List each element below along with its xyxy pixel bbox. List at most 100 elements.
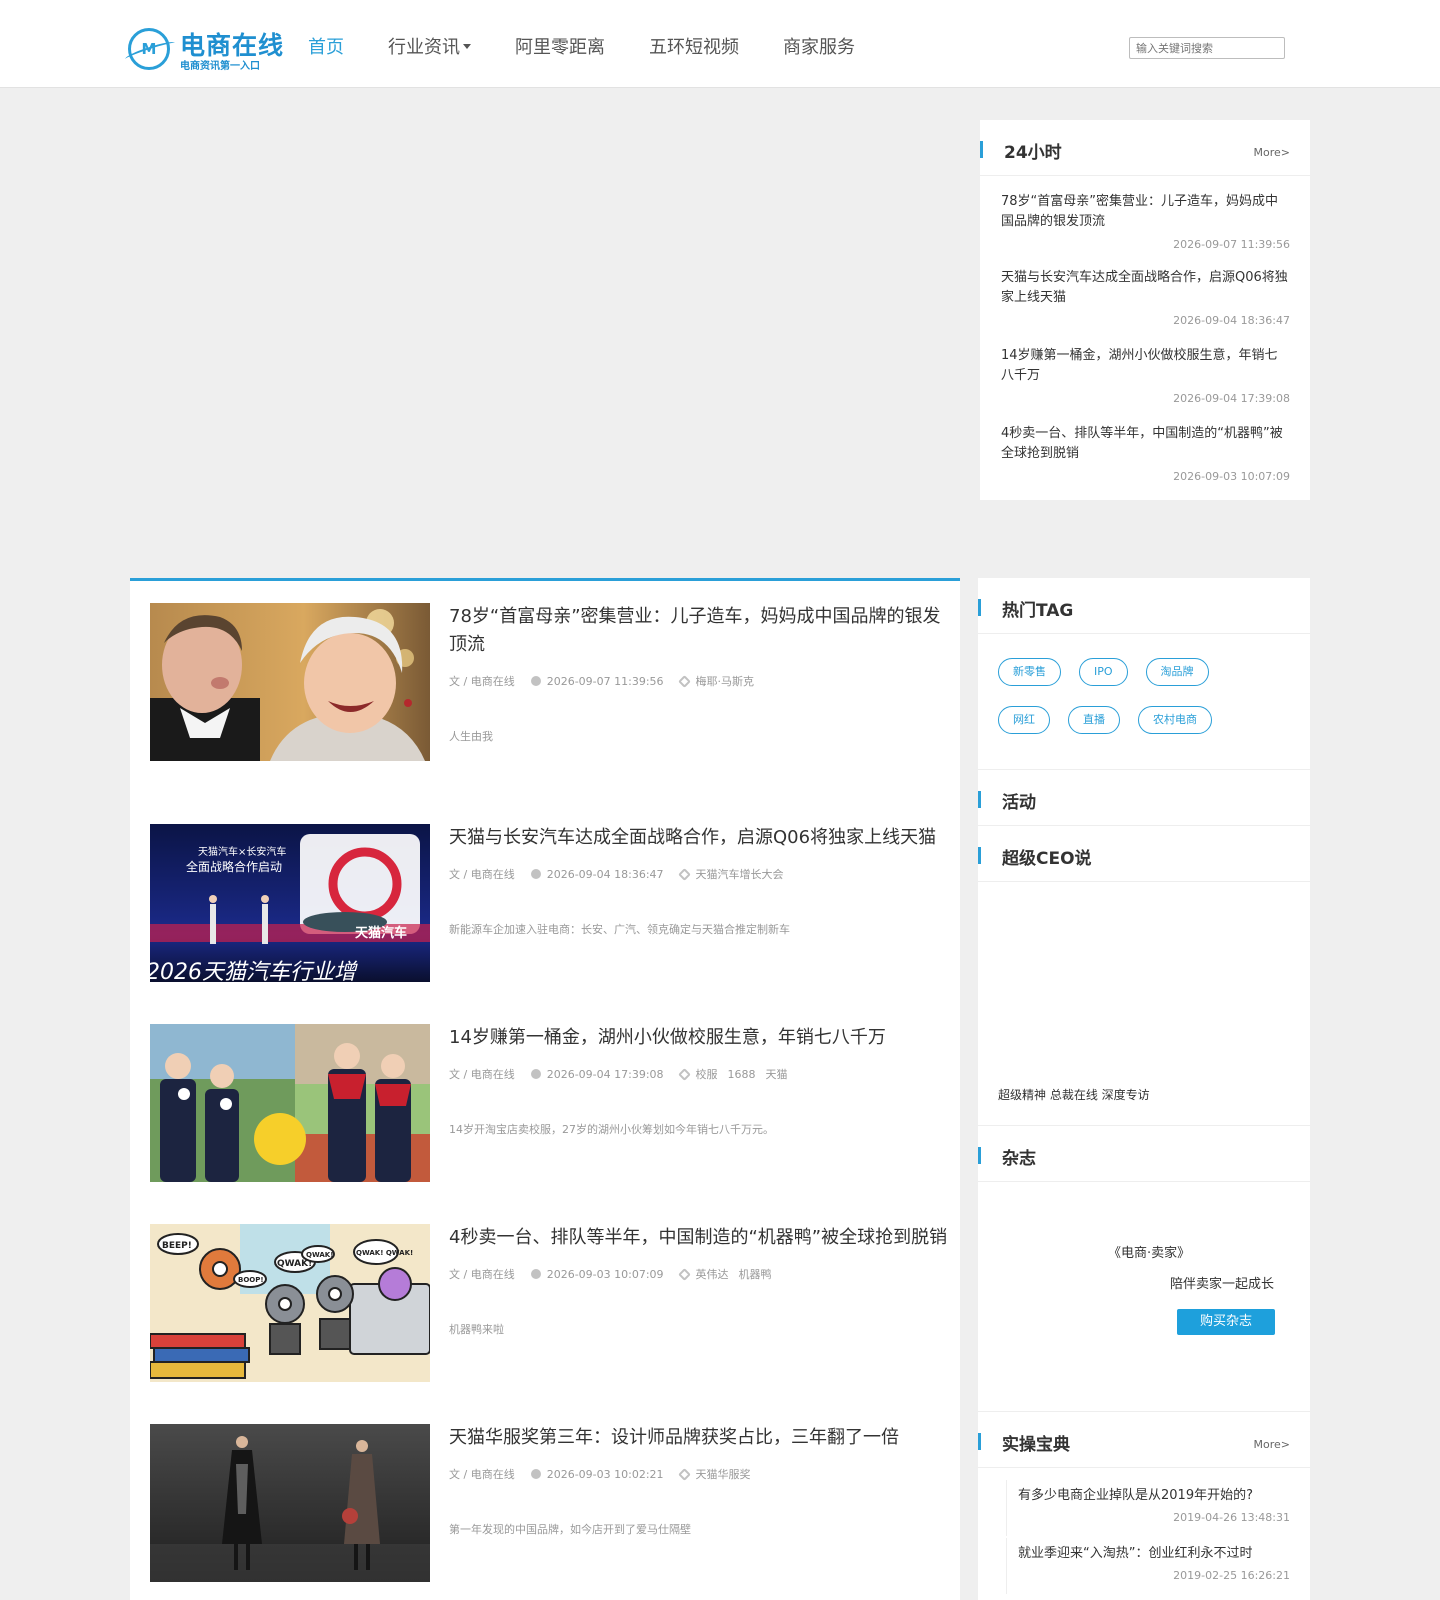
section-header: 超级CEO说 xyxy=(978,826,1310,882)
tag-chip[interactable]: 淘品牌 xyxy=(1145,658,1209,686)
banner-text: 2026天猫汽车行业增 xyxy=(150,960,358,982)
article-summary: 第一年发现的中国品牌，如今店开到了爱马仕隔壁 xyxy=(449,1523,691,1536)
nav-item-ali[interactable]: 阿里零距离 xyxy=(515,0,605,88)
article-title[interactable]: 天猫华服奖第三年：设计师品牌获奖占比，三年翻了一倍 xyxy=(449,1424,949,1452)
article-time: 2026-09-03 10:07:09 xyxy=(546,1268,664,1281)
article-thumbnail[interactable] xyxy=(150,603,430,761)
article-tag[interactable]: 天猫华服奖 xyxy=(696,1468,751,1481)
tag-chip[interactable]: 农村电商 xyxy=(1138,706,1212,734)
site-header: M 电商在线 电商资讯第一入口 首页 行业资讯 阿里零距离 五环短视频 商家服务 xyxy=(0,0,1440,88)
article-item[interactable]: 78岁“首富母亲”密集营业：儿子造车，妈妈成中国品牌的银发顶流 文 / 电商在线… xyxy=(150,603,950,763)
article-title[interactable]: 4秒卖一台、排队等半年，中国制造的“机器鸭”被全球抢到脱销 xyxy=(449,1224,949,1252)
list-item[interactable]: 有多少电商企业掉队是从2019年开始的? 2019-04-26 13:48:31 xyxy=(978,1468,1310,1536)
article-thumbnail[interactable] xyxy=(150,1424,430,1582)
tag-chip[interactable]: IPO xyxy=(1079,658,1128,686)
nav-label: 商家服务 xyxy=(783,37,855,58)
article-meta: 文 / 电商在线 2026-09-04 17:39:08 校服 1688 天猫 xyxy=(449,1066,798,1082)
article-item[interactable]: 天猫华服奖第三年：设计师品牌获奖占比，三年翻了一倍 文 / 电商在线 2026-0… xyxy=(150,1424,950,1584)
section-title: 活动 xyxy=(1002,793,1036,813)
article-meta: 文 / 电商在线 2026-09-03 10:02:21 天猫华服奖 xyxy=(449,1466,761,1482)
ceo-section: 超级精神 总裁在线 深度专访 xyxy=(978,882,1310,1126)
article-summary: 人生由我 xyxy=(449,730,493,743)
guide-title[interactable]: 就业季迎来“入淘热”：创业红利永不过时 xyxy=(1018,1544,1290,1564)
tag-chip[interactable]: 网红 xyxy=(998,706,1050,734)
caret-down-icon xyxy=(463,43,471,49)
site-logo[interactable]: M 电商在线 电商资讯第一入口 xyxy=(128,26,283,74)
article-summary: 新能源车企加速入驻电商：长安、广汽、领克确定与天猫合推定制新车 xyxy=(449,923,790,936)
news-time: 2026-09-07 11:39:56 xyxy=(1173,238,1290,251)
search-input[interactable] xyxy=(1129,37,1285,59)
bubble-text: BEEP! xyxy=(162,1241,192,1251)
article-tag[interactable]: 校服 xyxy=(696,1068,718,1081)
more-link[interactable]: More> xyxy=(1254,1438,1291,1451)
ceo-caption[interactable]: 超级精神 总裁在线 深度专访 xyxy=(998,1086,1150,1103)
section-title: 超级CEO说 xyxy=(1002,849,1092,869)
guide-title[interactable]: 有多少电商企业掉队是从2019年开始的? xyxy=(1018,1486,1290,1506)
article-tag[interactable]: 天猫 xyxy=(766,1068,788,1081)
nav-item-videos[interactable]: 五环短视频 xyxy=(649,0,739,88)
article-tag[interactable]: 1688 xyxy=(728,1068,756,1081)
buy-magazine-button[interactable]: 购买杂志 xyxy=(1177,1309,1275,1335)
article-tag[interactable]: 梅耶·马斯克 xyxy=(696,675,755,688)
clock-icon xyxy=(530,1469,541,1479)
article-thumbnail[interactable]: 天猫汽车×长安汽车 全面战略合作启动 天猫汽车 2026天猫汽车行业增 xyxy=(150,824,430,982)
nav-item-merchant-service[interactable]: 商家服务 xyxy=(783,0,855,88)
nav-item-industry-news[interactable]: 行业资讯 xyxy=(388,0,471,88)
news-time: 2026-09-04 17:39:08 xyxy=(1173,392,1290,405)
list-item[interactable]: 78岁“首富母亲”密集营业：儿子造车，妈妈成中国品牌的银发顶流 2026-09-… xyxy=(980,176,1310,254)
banner-logo-text: 天猫汽车 xyxy=(355,925,407,941)
news-title[interactable]: 14岁赚第一桶金，湖州小伙做校服生意，年销七八千万 xyxy=(1001,346,1290,386)
article-title[interactable]: 天猫与长安汽车达成全面战略合作，启源Q06将独家上线天猫 xyxy=(449,824,949,852)
article-tag[interactable]: 天猫汽车增长大会 xyxy=(696,868,784,881)
article-meta: 文 / 电商在线 2026-09-07 11:39:56 梅耶·马斯克 xyxy=(449,673,764,689)
list-item[interactable]: 14岁赚第一桶金，湖州小伙做校服生意，年销七八千万 2026-09-04 17:… xyxy=(980,332,1310,410)
magazine-subtitle: 陪伴卖家一起成长 xyxy=(1170,1277,1275,1292)
list-item[interactable]: 4秒卖一台、排队等半年，中国制造的“机器鸭”被全球抢到脱销 2026-09-03… xyxy=(980,410,1310,488)
tag-icon xyxy=(677,1268,691,1281)
tag-icon xyxy=(677,868,691,881)
nav-label: 行业资讯 xyxy=(388,37,460,58)
bubble-text: QWAK! xyxy=(306,1251,333,1259)
clock-icon xyxy=(530,869,541,879)
news-title[interactable]: 4秒卖一台、排队等半年，中国制造的“机器鸭”被全球抢到脱销 xyxy=(1001,424,1290,464)
article-author: 文 / 电商在线 xyxy=(449,675,515,688)
more-link[interactable]: More> xyxy=(1254,146,1291,159)
article-thumbnail[interactable]: BEEP! QWAK! BOOP! QWAK! QWAK! QWAK! xyxy=(150,1224,430,1382)
section-title: 24小时 xyxy=(1004,143,1062,163)
section-header: 活动 xyxy=(978,770,1310,826)
logo-slogan: 电商资讯第一入口 xyxy=(180,61,260,72)
article-time: 2026-09-04 18:36:47 xyxy=(546,868,664,881)
tag-icon xyxy=(677,675,691,688)
article-meta: 文 / 电商在线 2026-09-03 10:07:09 英伟达 机器鸭 xyxy=(449,1266,782,1282)
article-author: 文 / 电商在线 xyxy=(449,1268,515,1281)
list-item[interactable]: 就业季迎来“入淘热”：创业红利永不过时 2019-02-25 16:26:21 xyxy=(978,1526,1310,1594)
logo-icon: M xyxy=(128,28,170,70)
news-title[interactable]: 78岁“首富母亲”密集营业：儿子造车，妈妈成中国品牌的银发顶流 xyxy=(1001,192,1290,232)
article-title[interactable]: 14岁赚第一桶金，湖州小伙做校服生意，年销七八千万 xyxy=(449,1024,949,1052)
article-tag[interactable]: 英伟达 xyxy=(696,1268,729,1281)
article-summary: 14岁开淘宝店卖校服，27岁的湖州小伙筹划如今年销七八千万元。 xyxy=(449,1123,774,1136)
section-header: 杂志 xyxy=(978,1126,1310,1182)
article-thumbnail[interactable] xyxy=(150,1024,430,1182)
article-meta: 文 / 电商在线 2026-09-04 18:36:47 天猫汽车增长大会 xyxy=(449,866,794,882)
article-time: 2026-09-07 11:39:56 xyxy=(546,675,664,688)
main-nav: 首页 行业资讯 阿里零距离 五环短视频 商家服务 xyxy=(308,0,899,88)
guide-time: 2019-04-26 13:48:31 xyxy=(1173,1511,1290,1524)
article-title[interactable]: 78岁“首富母亲”密集营业：儿子造车，妈妈成中国品牌的银发顶流 xyxy=(449,603,949,659)
tag-chip[interactable]: 直播 xyxy=(1068,706,1120,734)
tag-chip[interactable]: 新零售 xyxy=(998,658,1061,686)
news-title[interactable]: 天猫与长安汽车达成全面战略合作，启源Q06将独家上线天猫 xyxy=(1001,268,1290,308)
nav-item-home[interactable]: 首页 xyxy=(308,0,344,88)
article-tag[interactable]: 机器鸭 xyxy=(739,1268,772,1281)
article-item[interactable]: 14岁赚第一桶金，湖州小伙做校服生意，年销七八千万 文 / 电商在线 2026-0… xyxy=(150,1024,950,1184)
article-item[interactable]: BEEP! QWAK! BOOP! QWAK! QWAK! QWAK! 4秒卖一… xyxy=(150,1224,950,1384)
section-header: 热门TAG xyxy=(978,578,1310,634)
clock-icon xyxy=(530,1069,541,1079)
article-item[interactable]: 天猫汽车×长安汽车 全面战略合作启动 天猫汽车 2026天猫汽车行业增 天猫与长… xyxy=(150,824,950,984)
banner-text: 全面战略合作启动 xyxy=(186,859,282,874)
clock-icon xyxy=(530,676,541,686)
magazine-section: 《电商·卖家》 陪伴卖家一起成长 购买杂志 xyxy=(978,1182,1310,1412)
nav-label: 阿里零距离 xyxy=(515,37,605,58)
guide-time: 2019-02-25 16:26:21 xyxy=(1173,1569,1290,1582)
list-item[interactable]: 天猫与长安汽车达成全面战略合作，启源Q06将独家上线天猫 2026-09-04 … xyxy=(980,254,1310,332)
